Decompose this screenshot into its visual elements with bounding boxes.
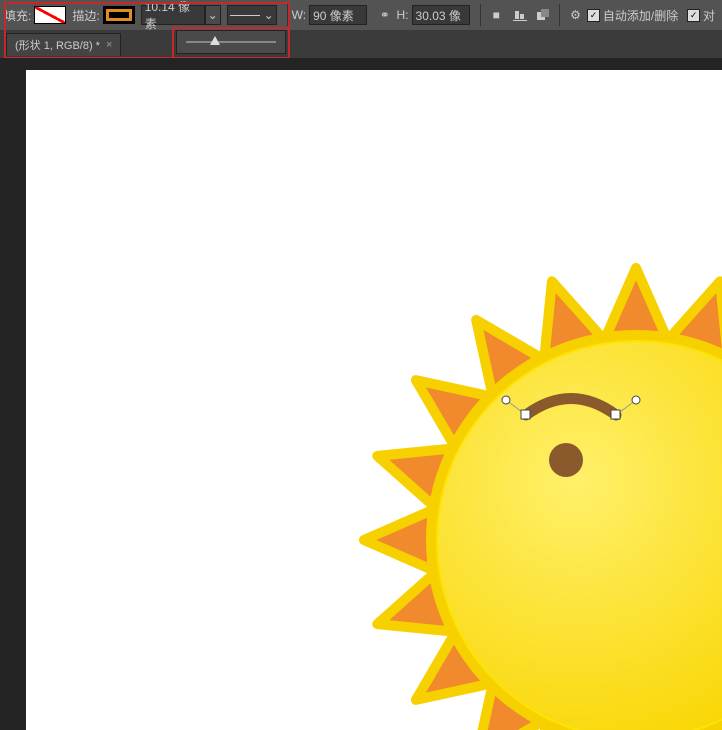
fill-swatch[interactable] bbox=[34, 6, 66, 24]
stroke-width-slider-popup[interactable] bbox=[176, 30, 286, 54]
document-tabs: (形状 1, RGB/8) * × bbox=[0, 30, 722, 58]
chevron-down-icon: ⌄ bbox=[264, 8, 274, 22]
sun-illustration bbox=[356, 260, 722, 730]
w-label: W: bbox=[292, 8, 306, 22]
stroke-style-picker[interactable]: ⌄ bbox=[227, 5, 277, 25]
auto-add-checkbox[interactable]: ✓ bbox=[587, 9, 600, 22]
fill-label: 填充: bbox=[4, 7, 31, 24]
divider bbox=[480, 4, 481, 26]
gear-icon[interactable]: ⚙ bbox=[566, 5, 585, 25]
arrange-icon[interactable] bbox=[533, 5, 552, 25]
h-label: H: bbox=[397, 8, 409, 22]
link-icon[interactable]: ⚭ bbox=[375, 5, 394, 25]
eye-left bbox=[549, 443, 583, 477]
stroke-width-input[interactable]: 10.14 像素 bbox=[141, 5, 205, 25]
w-input[interactable]: 90 像素 bbox=[309, 5, 367, 25]
document-tab[interactable]: (形状 1, RGB/8) * × bbox=[6, 33, 121, 56]
align-checkbox[interactable]: ✓ bbox=[687, 9, 700, 22]
slider-handle[interactable] bbox=[210, 36, 220, 45]
path-op-1-icon[interactable]: ■ bbox=[487, 5, 506, 25]
workspace bbox=[0, 58, 722, 730]
slider-track[interactable] bbox=[186, 41, 276, 43]
stroke-swatch[interactable] bbox=[103, 6, 135, 24]
tab-title: (形状 1, RGB/8) * bbox=[15, 37, 100, 53]
close-icon[interactable]: × bbox=[106, 39, 112, 51]
align-icon[interactable] bbox=[510, 5, 529, 25]
chevron-down-icon: ⌄ bbox=[208, 8, 218, 22]
h-input[interactable]: 30.03 像 bbox=[412, 5, 470, 25]
divider bbox=[559, 4, 560, 26]
options-toolbar: 填充: 描边: 10.14 像素 ⌄ ⌄ W: 90 像素 ⚭ H: 30.03… bbox=[0, 0, 722, 30]
auto-add-label: 自动添加/删除 bbox=[603, 7, 678, 24]
divider bbox=[287, 4, 288, 26]
solid-line-icon bbox=[230, 15, 260, 16]
canvas[interactable] bbox=[26, 70, 722, 730]
stroke-label: 描边: bbox=[72, 7, 99, 24]
stroke-width-dropdown[interactable]: ⌄ bbox=[205, 5, 221, 25]
align-label: 对 bbox=[703, 7, 715, 24]
